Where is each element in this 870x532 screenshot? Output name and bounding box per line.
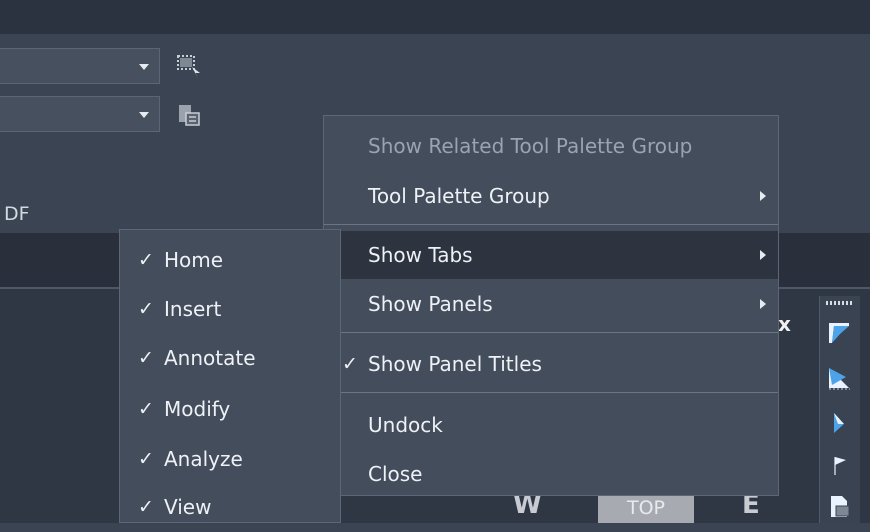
menu-item-show-panel-titles[interactable]: ✓ Show Panel Titles (324, 340, 778, 388)
view-left-icon[interactable] (826, 410, 852, 436)
checkmark-icon: ✓ (138, 496, 154, 518)
flag-icon[interactable] (826, 452, 852, 478)
pdf-label: DF (4, 203, 30, 225)
checkmark-icon: ✓ (342, 353, 358, 375)
checkmark-icon: ✓ (138, 398, 154, 420)
menu-item-tool-palette-group[interactable]: Tool Palette Group (324, 172, 778, 220)
title-bar (0, 0, 870, 34)
tab-toggle-view[interactable]: ✓ View (120, 482, 340, 532)
menu-item-show-panels[interactable]: Show Panels (324, 280, 778, 328)
view-front-icon[interactable] (826, 320, 852, 346)
checkmark-icon: ✓ (138, 298, 154, 320)
close-icon[interactable]: x (778, 312, 791, 336)
paste-clipboard-icon[interactable] (176, 102, 202, 128)
checkmark-icon: ✓ (138, 448, 154, 470)
document-icon[interactable] (826, 493, 852, 519)
menu-separator (324, 392, 778, 393)
property-dropdown[interactable] (0, 96, 160, 132)
select-object-icon[interactable] (176, 54, 202, 80)
tab-toggle-modify[interactable]: ✓ Modify (120, 384, 340, 434)
tab-toggle-home[interactable]: ✓ Home (120, 235, 340, 285)
view-bottom-icon[interactable] (826, 365, 852, 391)
tab-toggle-annotate[interactable]: ✓ Annotate (120, 333, 340, 383)
menu-item-show-related-tool-palette-group: Show Related Tool Palette Group (368, 134, 693, 158)
context-menu: Show Related Tool Palette Group Tool Pal… (323, 115, 779, 496)
checkmark-icon: ✓ (138, 347, 154, 369)
checkmark-icon: ✓ (138, 249, 154, 271)
chevron-right-icon (760, 299, 766, 309)
chevron-right-icon (760, 191, 766, 201)
chevron-down-icon (139, 64, 149, 70)
layer-dropdown[interactable] (0, 48, 160, 84)
menu-separator (324, 332, 778, 333)
chevron-down-icon (139, 112, 149, 118)
menu-item-show-tabs[interactable]: Show Tabs (324, 231, 778, 279)
tab-toggle-analyze[interactable]: ✓ Analyze (120, 434, 340, 484)
chevron-right-icon (760, 250, 766, 260)
menu-item-close[interactable]: Close (324, 450, 778, 498)
menu-item-undock[interactable]: Undock (324, 401, 778, 449)
show-tabs-submenu: ✓ Home ✓ Insert ✓ Annotate ✓ Modify ✓ An… (119, 229, 341, 523)
tab-toggle-insert[interactable]: ✓ Insert (120, 284, 340, 334)
menu-separator (324, 224, 778, 225)
toolbar-grip-handle[interactable] (826, 301, 852, 305)
